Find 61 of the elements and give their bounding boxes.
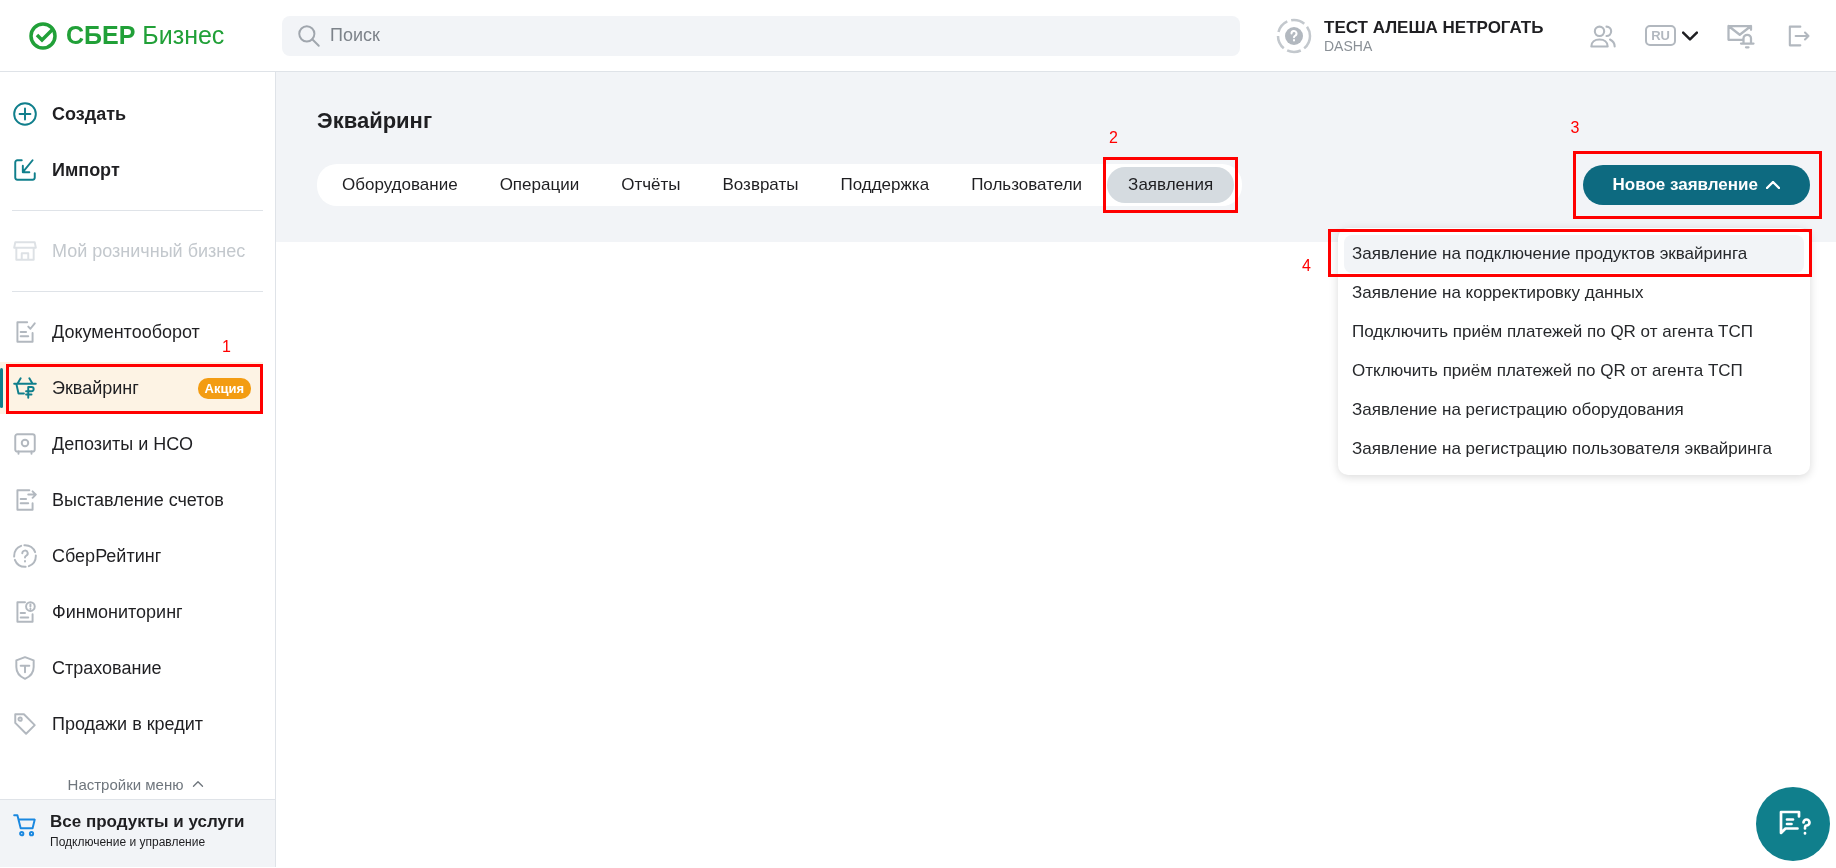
- sidebar-item[interactable]: Страхование: [0, 642, 174, 694]
- storefront-icon: [12, 238, 38, 264]
- sidebar-item[interactable]: Депозиты и НСО: [0, 418, 205, 470]
- search-field[interactable]: Поиск: [282, 15, 1240, 56]
- user-name: ТЕСТ АЛЕША НЕТРОГАТЬ: [1324, 17, 1544, 38]
- annotation-number: 4: [1302, 257, 1311, 275]
- tab[interactable]: Оборудование: [321, 167, 479, 203]
- user-login: DASHA: [1324, 37, 1374, 54]
- sidebar-item[interactable]: Документооборот: [0, 306, 212, 358]
- dropdown-item[interactable]: Заявление на подключение продуктов эквайринга: [1344, 235, 1804, 273]
- tab[interactable]: Пользователи: [950, 167, 1104, 203]
- sidebar-item-label: Продажи в кредит: [52, 713, 204, 735]
- sidebar-item-label: Эквайринг: [52, 377, 139, 399]
- plus-circle-icon: [12, 101, 38, 127]
- sidebar-item-label: Документооборот: [52, 321, 200, 343]
- dropdown-item[interactable]: Отключить приём платежей по QR от агента ТСП: [1338, 352, 1810, 390]
- logo-text: СБЕР Бизнес: [66, 21, 225, 50]
- sidebar-item[interactable]: Продажи в кредит: [0, 698, 216, 750]
- tab[interactable]: Операции: [478, 167, 601, 203]
- dropdown-item[interactable]: Заявление на корректировку данных: [1338, 274, 1810, 312]
- sidebar-item[interactable]: СберРейтинг: [0, 530, 174, 582]
- annotation-number: 1: [222, 338, 231, 356]
- chevron-up-icon: [1766, 181, 1780, 189]
- question-circle-icon: [12, 543, 38, 569]
- tab[interactable]: Отчёты: [600, 167, 702, 203]
- sidebar-item[interactable]: Импорт: [0, 144, 132, 196]
- dropdown-item[interactable]: Заявление на регистрацию пользователя эквайринга: [1338, 430, 1810, 468]
- annotation-number: 2: [1109, 129, 1118, 147]
- basket-ruble-icon: [12, 375, 38, 401]
- sidebar-item-label: Импорт: [52, 159, 120, 181]
- new-application-button[interactable]: Новое заявление: [1582, 165, 1810, 205]
- tag-icon: [12, 711, 38, 737]
- safe-icon: [12, 431, 38, 457]
- all-products-subtitle: Подключение и управление: [50, 835, 207, 849]
- menu-settings-button[interactable]: Настройки меню: [61, 769, 214, 799]
- sidebar-item-label: Выставление счетов: [52, 489, 224, 511]
- dropdown-item[interactable]: Подключить приём платежей по QR от агента ТСП: [1338, 313, 1810, 351]
- sidebar-item[interactable]: Создать: [0, 88, 139, 140]
- sidebar-item-label: Создать: [52, 103, 127, 125]
- tab[interactable]: Заявления: [1107, 167, 1235, 203]
- import-icon: [12, 157, 38, 183]
- cart-icon: [12, 812, 38, 838]
- sidebar-item-label: Депозиты и НСО: [52, 433, 193, 455]
- annotation-number: 3: [1570, 119, 1580, 137]
- dropdown-item[interactable]: Заявление на регистрацию оборудования: [1338, 391, 1810, 429]
- tab[interactable]: Поддержка: [819, 167, 951, 203]
- chevron-down-icon[interactable]: [1682, 30, 1698, 41]
- promo-badge: Акция: [197, 377, 251, 399]
- sidebar-item[interactable]: Финмониторинг: [0, 586, 195, 638]
- sidebar-item-label: Мой розничный бизнес: [52, 240, 246, 262]
- logo-icon: [28, 20, 58, 51]
- tab[interactable]: Возвраты: [701, 167, 820, 203]
- all-products-panel[interactable]: Все продукты и услуги Подключение и управление: [0, 799, 275, 867]
- search-icon: [296, 22, 322, 49]
- sidebar-item-label: СберРейтинг: [52, 545, 162, 567]
- sidebar-item-label: Страхование: [52, 657, 162, 679]
- sidebar-item-label: Финмониторинг: [52, 601, 183, 623]
- page-title: Эквайринг: [317, 108, 433, 134]
- sidebar-item[interactable]: Выставление счетов: [0, 474, 236, 526]
- shield-icon: [12, 655, 38, 681]
- all-products-title: Все продукты и услуги: [50, 812, 245, 832]
